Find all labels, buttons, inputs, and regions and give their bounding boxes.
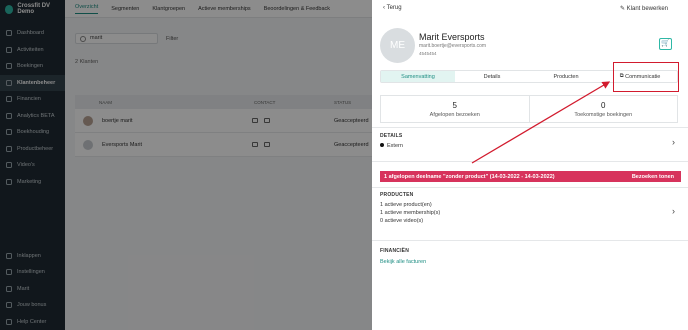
stat-past-visits: 5 Afgelopen bezoeken: [429, 101, 480, 118]
details-line: Extern: [380, 143, 678, 149]
dot-icon: [380, 143, 384, 147]
highlight-box: [613, 62, 679, 92]
cart-icon[interactable]: 🛒: [659, 38, 672, 50]
chevron-right-icon[interactable]: ›: [672, 137, 675, 147]
avatar: ME: [380, 28, 415, 63]
products-line: 1 actieve membership(s): [380, 210, 441, 216]
products-section[interactable]: PRODUCTEN 1 actieve product(en) 1 actiev…: [380, 192, 678, 224]
pencil-icon: ✎: [619, 6, 625, 12]
tab-producten[interactable]: Producten: [529, 71, 603, 82]
stat-future-bookings: 0 Toekomstige boekingen: [528, 96, 678, 122]
details-section[interactable]: DETAILS Extern: [380, 133, 678, 149]
back-button[interactable]: ‹ Terug: [383, 5, 402, 11]
divider: [372, 127, 688, 128]
customer-drawer: ‹ Terug ✎ Klant bewerken ME Marit Eversp…: [372, 0, 688, 330]
customer-email[interactable]: marit.boertje@eversports.com: [419, 43, 486, 49]
divider: [372, 161, 688, 162]
edit-customer-button[interactable]: ✎ Klant bewerken: [620, 5, 668, 12]
finance-section: FINANCIËN Bekijk alle facturen: [380, 248, 678, 265]
customer-phone[interactable]: 4545454: [419, 51, 437, 56]
divider: [372, 240, 688, 241]
alert-banner: 1 afgelopen deelname "zonder product" (1…: [380, 171, 681, 182]
alert-text: 1 afgelopen deelname "zonder product" (1…: [384, 173, 555, 180]
divider: [372, 187, 688, 188]
chevron-right-icon[interactable]: ›: [672, 206, 675, 216]
invoices-link[interactable]: Bekijk alle facturen: [380, 259, 678, 265]
products-line: 1 actieve product(en): [380, 202, 432, 208]
details-title: DETAILS: [380, 133, 403, 139]
modal-overlay[interactable]: [0, 0, 372, 330]
products-line: 0 actieve video(s): [380, 218, 424, 224]
show-visits-button[interactable]: Bezoeken tonen: [632, 174, 674, 180]
tab-details[interactable]: Details: [455, 71, 529, 82]
customer-name: Marit Eversports: [419, 32, 485, 42]
products-title: PRODUCTEN: [380, 192, 414, 198]
finance-title: FINANCIËN: [380, 248, 410, 254]
visit-stats: 5 Afgelopen bezoeken 0 Toekomstige boeki…: [380, 95, 678, 123]
tab-samenvatting[interactable]: Samenvatting: [381, 71, 455, 82]
